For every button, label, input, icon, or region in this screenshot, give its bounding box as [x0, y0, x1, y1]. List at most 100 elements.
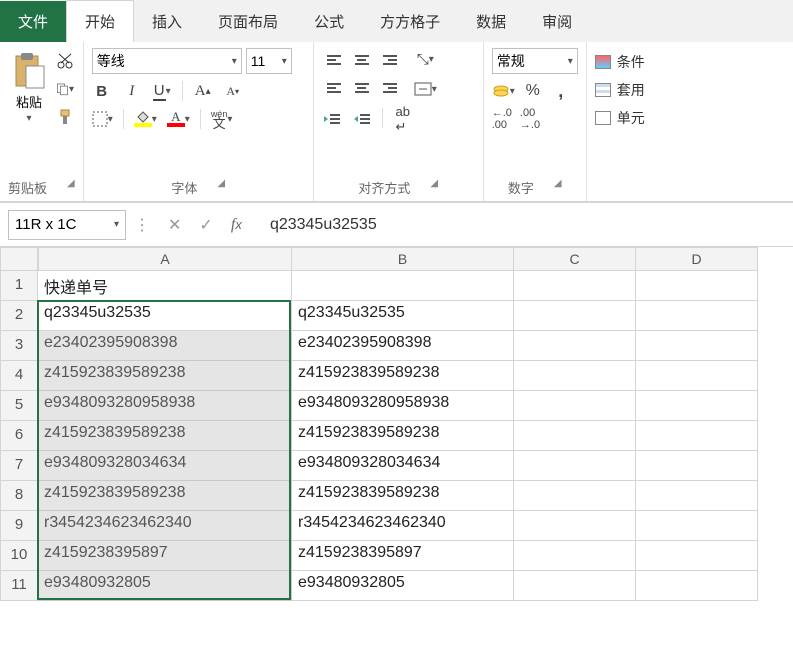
cell-A9[interactable]: r3454234623462340 [38, 511, 292, 541]
cell-B11[interactable]: e93480932805 [292, 571, 514, 601]
cell-D4[interactable] [636, 361, 758, 391]
cell-A11[interactable]: e93480932805 [38, 571, 292, 601]
cell-B9[interactable]: r3454234623462340 [292, 511, 514, 541]
cell-B3[interactable]: e23402395908398 [292, 331, 514, 361]
orientation-button[interactable]: ⤡▾ [414, 48, 437, 70]
cell-C7[interactable] [514, 451, 636, 481]
merge-button[interactable]: ▾ [414, 78, 437, 100]
percent-button[interactable]: % [523, 80, 543, 102]
cell-D5[interactable] [636, 391, 758, 421]
cell-B5[interactable]: e9348093280958938 [292, 391, 514, 421]
row-header[interactable]: 7 [0, 451, 38, 481]
wrap-text-button[interactable]: ab↵ [393, 108, 413, 130]
align-bottom-button[interactable] [378, 48, 402, 72]
format-as-table-button[interactable]: 套用 [595, 80, 645, 100]
cell-A5[interactable]: e9348093280958938 [38, 391, 292, 421]
cell-D10[interactable] [636, 541, 758, 571]
row-header[interactable]: 1 [0, 271, 38, 301]
cell-D7[interactable] [636, 451, 758, 481]
cell-A10[interactable]: z4159238395897 [38, 541, 292, 571]
cell-A6[interactable]: z415923839589238 [38, 421, 292, 451]
number-format-select[interactable]: 常规▾ [492, 48, 578, 74]
accounting-format-button[interactable]: ▾ [492, 80, 515, 102]
cell-D8[interactable] [636, 481, 758, 511]
row-header[interactable]: 11 [0, 571, 38, 601]
cell-C9[interactable] [514, 511, 636, 541]
cell-C2[interactable] [514, 301, 636, 331]
row-header[interactable]: 6 [0, 421, 38, 451]
borders-button[interactable]: ▾ [92, 108, 113, 130]
cell-D1[interactable] [636, 271, 758, 301]
cell-B10[interactable]: z4159238395897 [292, 541, 514, 571]
more-icon[interactable]: ⋮ [134, 215, 150, 235]
cell-C4[interactable] [514, 361, 636, 391]
cell-B6[interactable]: z415923839589238 [292, 421, 514, 451]
tab-file[interactable]: 文件 [0, 1, 66, 42]
cell-A4[interactable]: z415923839589238 [38, 361, 292, 391]
column-header-B[interactable]: B [292, 247, 514, 271]
dialog-launcher-icon[interactable]: ◢ [430, 178, 438, 197]
fx-icon[interactable]: fx [231, 216, 242, 234]
tab-review[interactable]: 审阅 [524, 1, 590, 42]
row-header[interactable]: 5 [0, 391, 38, 421]
cell-D3[interactable] [636, 331, 758, 361]
copy-button[interactable]: ▾ [56, 80, 74, 98]
select-all-corner[interactable] [0, 247, 38, 271]
cell-C6[interactable] [514, 421, 636, 451]
tab-ffgz[interactable]: 方方格子 [362, 1, 458, 42]
decrease-font-button[interactable]: A▾ [223, 80, 243, 102]
column-header-C[interactable]: C [514, 247, 636, 271]
format-painter-button[interactable] [56, 108, 74, 126]
dialog-launcher-icon[interactable]: ◢ [67, 178, 75, 197]
cell-C8[interactable] [514, 481, 636, 511]
name-box[interactable]: 11R x 1C▾ [8, 210, 126, 240]
increase-indent-button[interactable] [352, 108, 372, 130]
align-middle-button[interactable] [350, 48, 374, 72]
row-header[interactable]: 4 [0, 361, 38, 391]
font-name-select[interactable]: 等线▾ [92, 48, 242, 74]
row-header[interactable]: 8 [0, 481, 38, 511]
row-header[interactable]: 3 [0, 331, 38, 361]
fill-color-button[interactable]: ▾ [134, 108, 157, 130]
cancel-icon[interactable]: ✕ [168, 215, 181, 235]
phonetic-button[interactable]: wén文▾ [211, 108, 233, 130]
increase-font-button[interactable]: A▴ [193, 80, 213, 102]
underline-button[interactable]: U▾ [152, 80, 172, 102]
row-header[interactable]: 2 [0, 301, 38, 331]
cell-C10[interactable] [514, 541, 636, 571]
cell-C3[interactable] [514, 331, 636, 361]
bold-button[interactable]: B [92, 80, 112, 102]
row-header[interactable]: 9 [0, 511, 38, 541]
row-header[interactable]: 10 [0, 541, 38, 571]
column-header-D[interactable]: D [636, 247, 758, 271]
enter-icon[interactable]: ✓ [199, 215, 212, 235]
align-center-button[interactable] [350, 76, 374, 100]
paste-button[interactable]: 粘贴 ▾ [8, 48, 50, 174]
cell-D9[interactable] [636, 511, 758, 541]
cell-A2[interactable]: q23345u32535 [38, 301, 292, 331]
comma-button[interactable]: , [551, 80, 571, 102]
worksheet[interactable]: ABCD 1快递单号2 q23345u32535q23345u325353e23… [0, 247, 793, 601]
decrease-indent-button[interactable] [322, 108, 342, 130]
tab-home[interactable]: 开始 [66, 0, 134, 42]
align-right-button[interactable] [378, 76, 402, 100]
italic-button[interactable]: I [122, 80, 142, 102]
cell-B2[interactable]: q23345u32535 [292, 301, 514, 331]
decrease-decimal-button[interactable]: .00→.0 [520, 108, 540, 130]
align-left-button[interactable] [322, 76, 346, 100]
cell-C5[interactable] [514, 391, 636, 421]
cell-D6[interactable] [636, 421, 758, 451]
cell-B8[interactable]: z415923839589238 [292, 481, 514, 511]
tab-formula[interactable]: 公式 [296, 1, 362, 42]
tab-insert[interactable]: 插入 [134, 1, 200, 42]
align-top-button[interactable] [322, 48, 346, 72]
cell-C11[interactable] [514, 571, 636, 601]
cell-C1[interactable] [514, 271, 636, 301]
tab-page-layout[interactable]: 页面布局 [200, 1, 296, 42]
column-header-A[interactable]: A [38, 247, 292, 271]
cell-B7[interactable]: e934809328034634 [292, 451, 514, 481]
cell-A3[interactable]: e23402395908398 [38, 331, 292, 361]
font-size-select[interactable]: 11▾ [246, 48, 292, 74]
tab-data[interactable]: 数据 [458, 1, 524, 42]
increase-decimal-button[interactable]: ←.0.00 [492, 108, 512, 130]
